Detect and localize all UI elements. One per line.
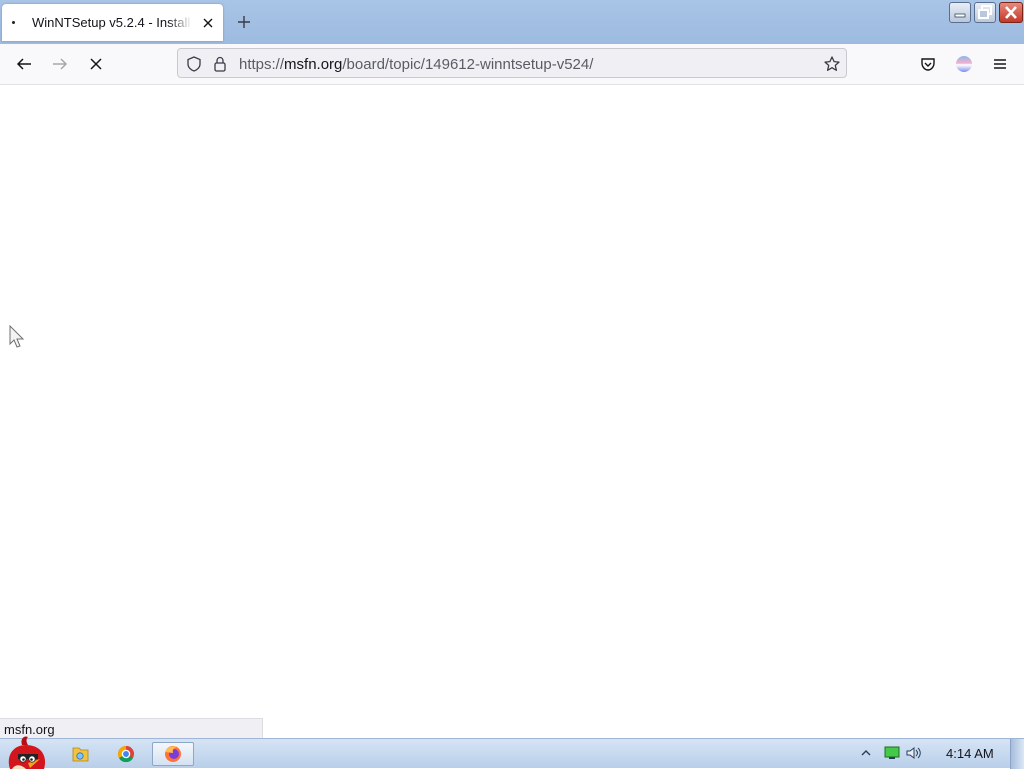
volume-icon[interactable] [905,745,925,761]
restore-icon [978,5,992,19]
loading-indicator-icon [12,21,15,24]
network-icon[interactable] [883,745,901,761]
clock[interactable]: 4:14 AM [946,746,994,761]
url-host: msfn.org [284,56,343,73]
url-path: /board/topic/149612-winntsetup-v524/ [342,56,594,73]
firefox-taskbar-button[interactable] [152,742,194,766]
close-window-button[interactable] [999,2,1023,23]
lock-icon[interactable] [211,55,229,73]
chrome-taskbar-button[interactable] [106,742,146,766]
show-desktop-button[interactable] [1010,739,1024,769]
bookmark-star-icon[interactable] [823,55,841,73]
page-content [0,85,1024,738]
start-button[interactable] [0,729,52,769]
tab-close-icon[interactable] [200,15,216,31]
browser-tab[interactable]: WinNTSetup v5.2.4 - Install Windows [2,4,223,41]
forward-button[interactable] [48,52,72,76]
navigation-toolbar: https://msfn.org/board/topic/149612-winn… [0,44,1024,85]
explorer-taskbar-button[interactable] [60,742,100,766]
minimize-icon [954,13,966,18]
tab-strip: WinNTSetup v5.2.4 - Install Windows [0,0,1024,44]
chrome-icon [117,745,134,763]
mouse-cursor-icon [9,325,25,348]
folder-icon [72,747,89,762]
address-bar[interactable]: https://msfn.org/board/topic/149612-winn… [177,48,847,78]
account-icon[interactable] [952,52,976,76]
taskbar: 4:14 AM [0,736,1024,769]
stop-button[interactable] [84,52,108,76]
tab-title: WinNTSetup v5.2.4 - Install Windows [32,15,192,30]
minimize-button[interactable] [949,2,971,23]
new-tab-icon[interactable] [234,12,254,32]
firefox-icon [165,746,181,762]
show-hidden-icons-icon[interactable] [860,745,872,761]
pocket-icon[interactable] [916,52,940,76]
url-scheme: https:// [239,56,285,73]
restore-button[interactable] [974,2,996,23]
menu-icon[interactable] [988,52,1012,76]
back-button[interactable] [12,52,36,76]
close-icon [1005,6,1017,19]
shield-icon[interactable] [185,55,203,73]
window-controls [949,2,1023,24]
url-text[interactable]: https://msfn.org/board/topic/149612-winn… [239,56,593,73]
